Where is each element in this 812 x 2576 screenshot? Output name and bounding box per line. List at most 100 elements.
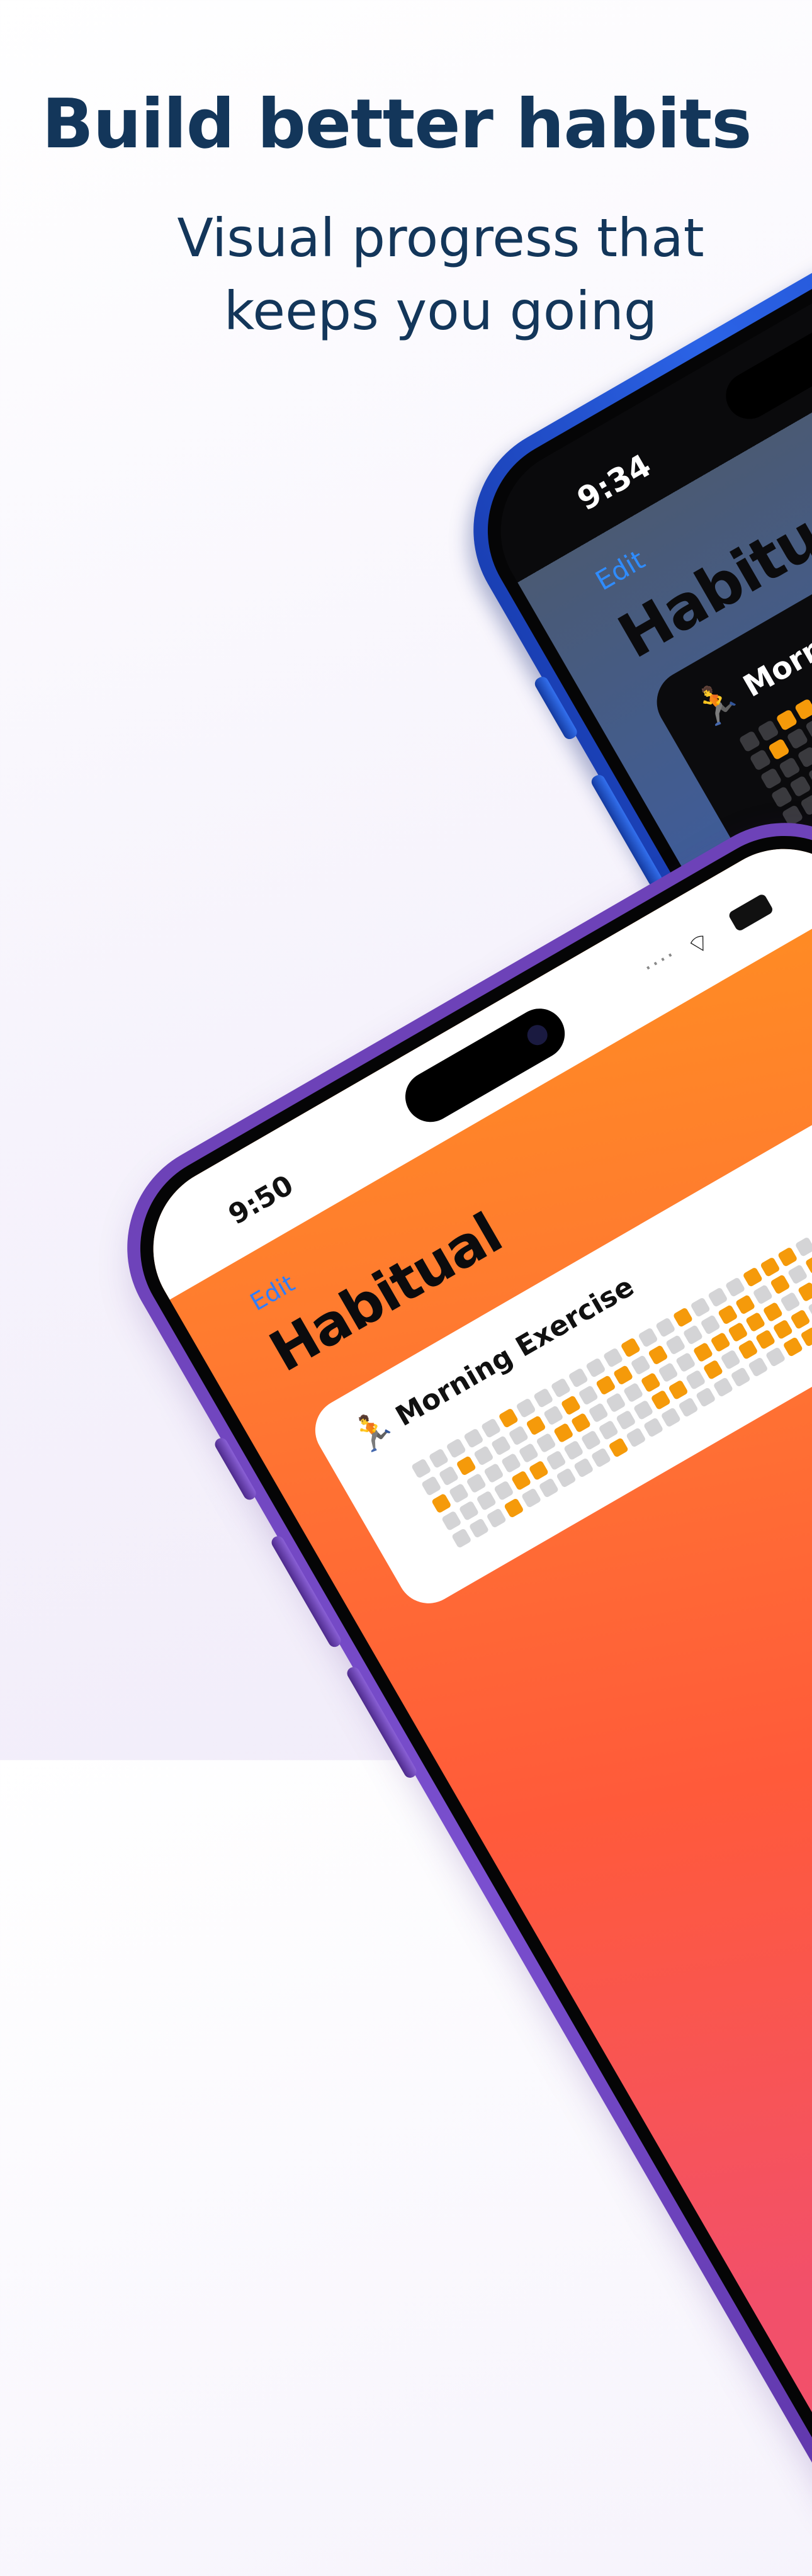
heatmap-cell xyxy=(737,1339,758,1360)
heatmap-cell xyxy=(468,1518,490,1539)
signal-icon: ···· xyxy=(639,942,682,981)
heatmap-cell xyxy=(804,1253,812,1275)
edit-button[interactable]: Edit xyxy=(590,544,650,596)
heatmap-cell xyxy=(508,1425,529,1446)
heatmap-cell xyxy=(800,1326,812,1347)
heatmap-cell xyxy=(605,1392,626,1413)
heatmap-cell xyxy=(528,1460,550,1481)
heatmap-cell xyxy=(692,1342,714,1363)
heatmap-cell xyxy=(625,1427,646,1448)
heatmap-cell xyxy=(672,1307,694,1328)
front-phone-mockup: 9:50 ···· ⌔ ⊞ Edit Habitual 🏃 Morning Ex… xyxy=(88,784,812,2572)
heatmap-cell xyxy=(463,1428,484,1449)
heatmap-cell xyxy=(780,1291,801,1313)
heatmap-cell xyxy=(448,1483,470,1504)
heatmap-cell xyxy=(615,1409,636,1431)
heatmap-cell xyxy=(690,1297,711,1318)
heatmap-cell xyxy=(476,1490,497,1511)
heatmap-cell xyxy=(580,1430,602,1451)
heatmap-cell xyxy=(500,1452,522,1474)
dynamic-island xyxy=(396,999,574,1131)
heatmap-cell xyxy=(526,1415,546,1436)
heatmap-cell xyxy=(777,1246,798,1268)
heatmap-cell xyxy=(794,698,812,721)
subheadline-line-2: keeps you going xyxy=(223,280,658,342)
heatmap-cell xyxy=(760,767,782,790)
heatmap-cell xyxy=(755,1329,776,1350)
heatmap-cell xyxy=(420,1475,442,1496)
heatmap-cell xyxy=(717,1304,738,1325)
heatmap-cell xyxy=(757,720,780,742)
heatmap-cell xyxy=(556,1467,577,1488)
heatmap-cell xyxy=(570,1412,592,1433)
heatmap-cell xyxy=(503,1498,524,1518)
heatmap-cell xyxy=(807,1299,812,1320)
heatmap-cell xyxy=(797,745,812,769)
heatmap-cell xyxy=(563,1440,584,1461)
heatmap-cell xyxy=(778,756,801,779)
heatmap-cell xyxy=(665,1334,686,1355)
heatmap-cell xyxy=(770,786,793,808)
heatmap-cell xyxy=(602,1347,624,1369)
heatmap-cell xyxy=(446,1438,467,1459)
heatmap-cell xyxy=(720,1349,742,1370)
heatmap-cell xyxy=(498,1408,519,1429)
heatmap-cell xyxy=(782,1336,804,1357)
heatmap-cell xyxy=(536,1432,556,1454)
heatmap-cell xyxy=(533,1387,554,1409)
heatmap-cell xyxy=(675,1352,696,1373)
heatmap-cell xyxy=(458,1500,480,1522)
status-time: 9:50 xyxy=(223,1168,299,1231)
heatmap-cell xyxy=(410,1458,432,1479)
heatmap-cell xyxy=(772,1319,794,1340)
heatmap-cell xyxy=(668,1379,689,1401)
heatmap-cell xyxy=(650,1389,672,1411)
heatmap-cell xyxy=(633,1399,654,1421)
heatmap-cell xyxy=(568,1367,589,1389)
heatmap-cell xyxy=(660,1407,682,1428)
subheadline-line-1: Visual progress that xyxy=(177,207,704,269)
heatmap-cell xyxy=(749,749,772,771)
heatmap-cell xyxy=(573,1457,594,1478)
heatmap-cell xyxy=(658,1362,679,1383)
heatmap-cell xyxy=(441,1510,462,1532)
heatmap-cell xyxy=(707,1287,728,1308)
heatmap-cell xyxy=(745,1311,766,1333)
heatmap-cell xyxy=(483,1462,504,1484)
heatmap-cell xyxy=(486,1508,507,1528)
heatmap-cell xyxy=(655,1317,676,1338)
status-time: 9:34 xyxy=(571,447,657,518)
heatmap-cell xyxy=(765,1347,786,1367)
heatmap-cell xyxy=(630,1354,651,1376)
heatmap-cell xyxy=(456,1455,477,1476)
heatmap-cell xyxy=(762,1301,784,1323)
heatmap-cell xyxy=(578,1384,599,1406)
heatmap-cell xyxy=(585,1357,606,1379)
heatmap-cell xyxy=(700,1314,721,1335)
heatmap-cell xyxy=(713,1377,734,1398)
heatmap-cell xyxy=(804,716,812,739)
heatmap-cell xyxy=(480,1418,502,1439)
heatmap-cell xyxy=(490,1435,512,1456)
heatmap-cell xyxy=(767,738,791,760)
heatmap-cell xyxy=(747,1357,769,1377)
heatmap-cell xyxy=(730,1367,752,1387)
heatmap-cell xyxy=(738,730,761,753)
heatmap-cell xyxy=(786,727,809,750)
heatmap-cell xyxy=(787,1263,808,1285)
subheadline: Visual progress that keeps you going xyxy=(76,201,806,347)
heatmap-cell xyxy=(623,1382,644,1403)
heatmap-cell xyxy=(598,1420,619,1441)
heatmap-cell xyxy=(550,1377,572,1399)
heatmap-cell xyxy=(438,1465,460,1486)
heatmap-cell xyxy=(590,1447,612,1468)
heatmap-cell xyxy=(799,793,812,816)
heatmap-cell xyxy=(710,1331,731,1353)
heatmap-cell xyxy=(727,1321,748,1343)
heatmap-cell xyxy=(428,1448,449,1469)
headline: Build better habits xyxy=(42,85,752,164)
heatmap-cell xyxy=(620,1337,641,1359)
heatmap-cell xyxy=(553,1422,574,1443)
heatmap-cell xyxy=(560,1394,582,1416)
running-figure-icon: 🏃 xyxy=(685,673,748,735)
